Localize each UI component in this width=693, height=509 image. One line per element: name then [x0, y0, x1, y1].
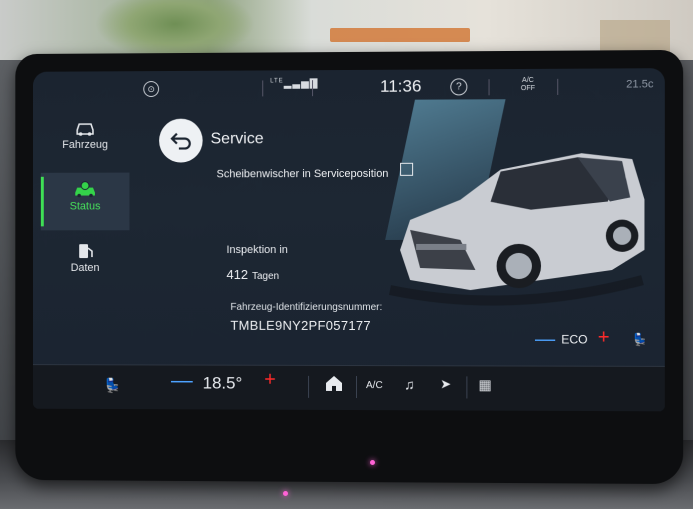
- bar-separator: [466, 376, 468, 399]
- sidebar-item-label: Status: [69, 200, 101, 213]
- inspection-label: Inspektion in: [226, 244, 288, 257]
- right-climate-controls: — ECO + 💺: [531, 326, 665, 356]
- home-icon: [326, 376, 343, 392]
- ac-status[interactable]: A/C OFF: [521, 77, 535, 93]
- sidebar-item-label: Fahrzeug: [62, 138, 108, 151]
- eco-mode-label[interactable]: ECO: [561, 332, 587, 346]
- left-plus-button[interactable]: +: [264, 369, 276, 392]
- outside-temperature: 21.5c: [626, 78, 654, 91]
- car-settings-icon: [72, 119, 98, 137]
- inspection-days-unit: Tagen: [251, 270, 280, 282]
- climate-bar: 💺 — 18.5° + A/C ♫ ➤ ▦: [32, 364, 665, 412]
- sidebar-item-label: Daten: [70, 262, 100, 274]
- car-status-icon: [72, 181, 98, 199]
- ac-button[interactable]: A/C: [366, 380, 383, 391]
- fuel-data-icon: [72, 242, 98, 260]
- infotainment-bezel: ⊙ LTE▂▃▅▇ 11:36 ? A/COFF 21.5c Fahrzeug: [15, 49, 684, 485]
- compass-icon[interactable]: ⊙: [143, 81, 160, 98]
- background-shelf: [330, 28, 470, 42]
- left-minus-button[interactable]: —: [171, 367, 193, 393]
- status-separator: [262, 80, 264, 97]
- back-arrow-icon: [171, 133, 192, 151]
- bar-separator: [355, 376, 357, 399]
- vin-value: TMBLE9NY2PF057177: [230, 317, 371, 334]
- page-title: Service: [210, 130, 264, 148]
- seat-heating-left-icon[interactable]: 💺: [104, 377, 121, 394]
- sidebar-item-daten[interactable]: Daten: [41, 234, 130, 292]
- active-indicator: [40, 176, 44, 227]
- inspection-days-value: 412: [226, 267, 249, 282]
- ambient-light: [283, 491, 288, 496]
- ambient-light: [370, 460, 375, 465]
- help-icon[interactable]: ?: [450, 78, 468, 96]
- background-tree: [95, 0, 255, 60]
- inspection-days: 412 Tagen: [226, 266, 279, 284]
- seat-heating-right-icon[interactable]: 💺: [632, 333, 647, 347]
- status-bar: ⊙ LTE▂▃▅▇ 11:36 ? A/C OFF 21.5c: [33, 74, 665, 105]
- music-icon[interactable]: ♫: [404, 376, 415, 392]
- back-button[interactable]: [159, 118, 203, 163]
- apps-grid-icon[interactable]: ▦: [478, 376, 491, 393]
- status-separator: [557, 78, 559, 95]
- vehicle-illustration: [380, 153, 653, 311]
- bar-separator: [308, 375, 310, 398]
- status-separator: [312, 80, 314, 97]
- right-plus-button[interactable]: +: [598, 326, 610, 349]
- wiper-service-label: Scheibenwischer in Serviceposition: [216, 167, 389, 181]
- sidebar-item-fahrzeug[interactable]: Fahrzeug: [41, 111, 130, 169]
- navigation-icon[interactable]: ➤: [440, 376, 451, 392]
- left-temperature: 18.5°: [202, 373, 243, 393]
- vin-label: Fahrzeug-Identifizierungsnummer:: [230, 301, 383, 314]
- sidebar: Fahrzeug Status Daten: [40, 111, 130, 310]
- home-button[interactable]: [322, 374, 346, 398]
- sidebar-item-status[interactable]: Status: [40, 172, 130, 231]
- right-minus-button[interactable]: —: [535, 328, 555, 351]
- status-separator: [488, 79, 490, 96]
- infotainment-screen: ⊙ LTE▂▃▅▇ 11:36 ? A/COFF 21.5c Fahrzeug: [32, 68, 665, 412]
- clock: 11:36: [380, 76, 422, 96]
